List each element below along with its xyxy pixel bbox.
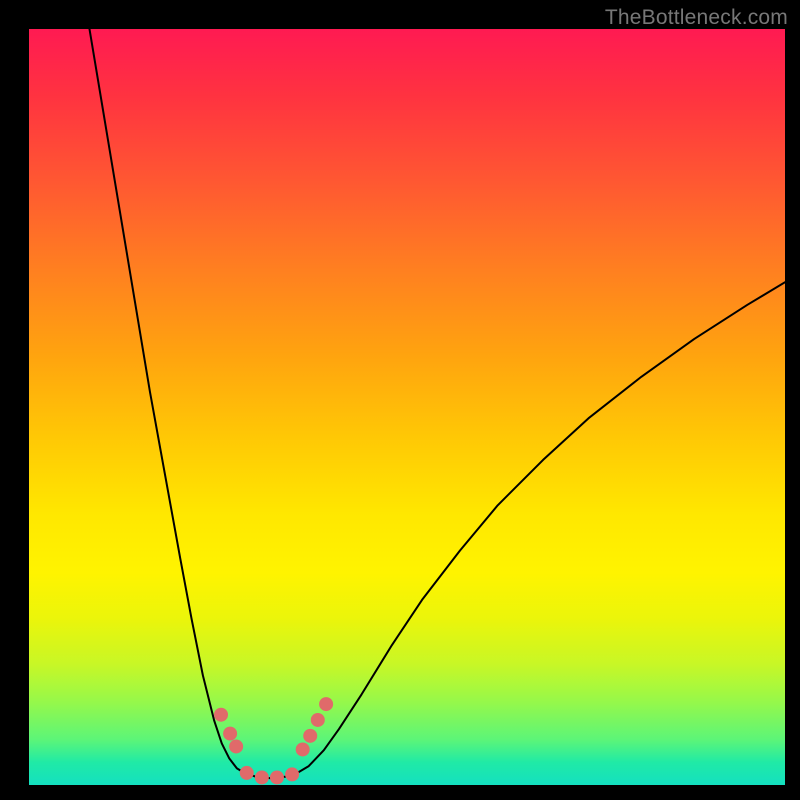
floor-dot-4	[285, 767, 299, 781]
right-dot-2	[303, 729, 317, 743]
floor-dot-2	[255, 770, 269, 784]
right-dot-1	[296, 742, 310, 756]
chart-container: TheBottleneck.com	[0, 0, 800, 800]
floor-dot-3	[270, 770, 284, 784]
bottleneck-curve	[89, 29, 785, 778]
floor-dot-1	[240, 766, 254, 780]
left-dot-1	[214, 708, 228, 722]
left-dot-2	[223, 727, 237, 741]
plot-overlay	[29, 29, 785, 785]
right-dot-4	[319, 697, 333, 711]
data-markers	[214, 697, 333, 784]
left-dot-3	[229, 739, 243, 753]
right-dot-3	[311, 713, 325, 727]
watermark-text: TheBottleneck.com	[605, 6, 788, 30]
